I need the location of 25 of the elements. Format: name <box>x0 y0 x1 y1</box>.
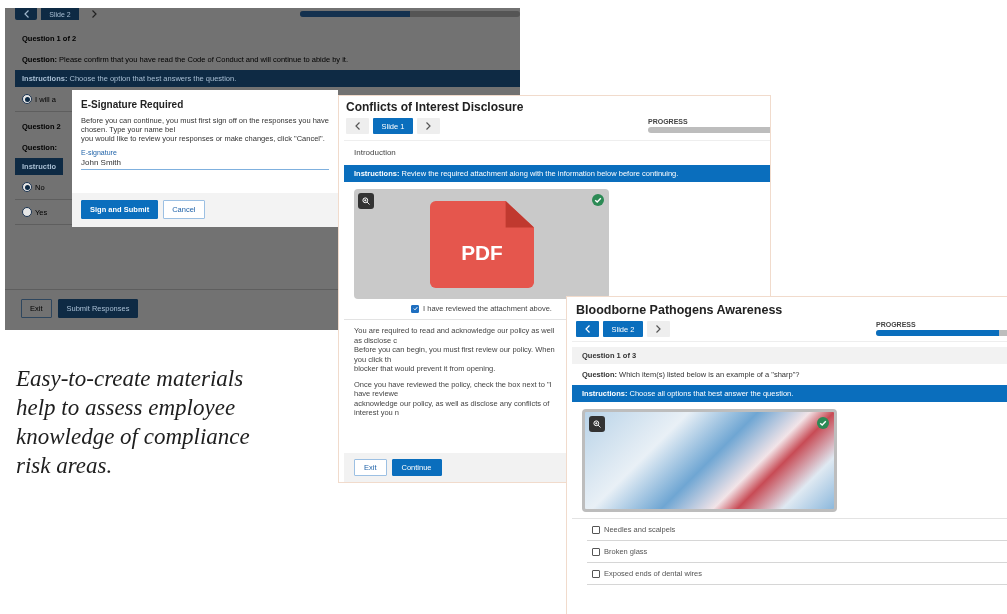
course-title: Conflicts of Interest Disclosure <box>345 99 525 115</box>
course-title: Bloodborne Pathogens Awareness <box>575 302 784 318</box>
chevron-left-icon <box>585 325 590 333</box>
zoom-button[interactable] <box>589 416 605 432</box>
caption-text: Easy-to-create materials help to assess employee knowledge of compliance risk areas. <box>16 365 251 480</box>
chevron-left-icon <box>355 122 360 130</box>
previous-button[interactable] <box>15 8 37 20</box>
pdf-document-icon <box>429 200 534 288</box>
chevron-right-icon <box>91 10 97 18</box>
checkbox[interactable] <box>592 525 600 534</box>
checkbox[interactable] <box>592 569 600 578</box>
dialog-title: E-Signature Required <box>80 98 185 112</box>
chevron-right-icon <box>426 122 431 130</box>
radio-button[interactable] <box>22 94 32 104</box>
section-heading: Introduction <box>353 147 397 159</box>
chevron-left-icon <box>23 10 29 18</box>
magnifier-icon <box>593 420 601 428</box>
radio-button[interactable] <box>22 182 32 192</box>
zoom-button[interactable] <box>358 193 374 209</box>
file-type-label: PDF <box>460 240 503 264</box>
checkbox[interactable] <box>592 547 600 556</box>
radio-button[interactable] <box>22 207 32 217</box>
magnifier-icon <box>362 197 370 205</box>
checkbox[interactable] <box>411 304 420 313</box>
chevron-right-icon <box>656 325 661 333</box>
